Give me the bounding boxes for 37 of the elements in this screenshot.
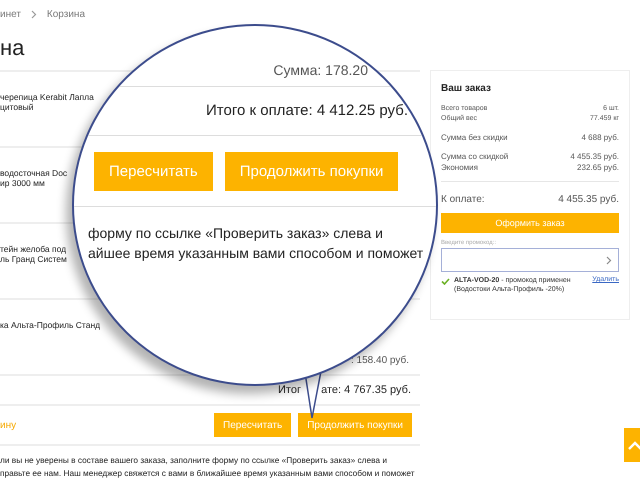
summary-value: 4 455.35 руб. <box>570 151 619 162</box>
info-text: правьте ее нам. Наш менеджер свяжется с вами в ближайшее время указанным вами способом и поможет <box>0 467 415 480</box>
breadcrumb-current: Корзина <box>46 8 86 20</box>
product-name: тейн желоба под <box>0 244 66 254</box>
magnified-button[interactable]: Пересчитать <box>94 152 213 191</box>
breadcrumb-link[interactable]: инет <box>0 8 21 20</box>
product-name: ка Альта-Профиль Станд <box>0 320 100 330</box>
summary-label: Экономия <box>441 162 478 173</box>
chevron-right-icon[interactable] <box>606 256 612 264</box>
magnified-sum: Сумма: 178.20 <box>74 62 436 87</box>
product-name: ир 3000 мм <box>0 178 45 188</box>
payable-value: 4 455.35 руб. <box>558 194 619 205</box>
checkout-button[interactable]: Оформить заказ <box>441 213 619 233</box>
item-sum: : 158.40 руб. <box>351 355 409 366</box>
product-name: водосточная Doc <box>0 168 68 178</box>
magnified-text: форму по ссылке «Проверить заказ» слева и <box>88 224 384 243</box>
summary-label: Сумма без скидки <box>441 132 508 143</box>
product-name: ль Гранд Систем <box>0 254 67 264</box>
payable-label: К оплате: <box>441 194 485 205</box>
card-title: Ваш заказ <box>441 83 492 94</box>
total-label: Итог <box>278 384 301 396</box>
magnified-button[interactable]: Продолжить покупки <box>224 152 398 191</box>
summary-label: Сумма со скидкой <box>441 151 508 162</box>
action-button[interactable]: Пересчитать <box>214 413 292 437</box>
page-title: на <box>0 34 26 62</box>
promo-field[interactable] <box>441 248 619 272</box>
magnified-text: айшее время указанным вами способом и поможет <box>88 244 424 263</box>
info-text: ли вы не уверены в составе вашего заказа, заполните форму по ссылке «Проверить заказ» слева и <box>0 454 387 467</box>
action-button[interactable]: Продолжить покупки <box>298 413 412 437</box>
summary-value: 232.65 руб. <box>577 162 619 173</box>
summary-value: 4 688 руб. <box>582 132 619 143</box>
chevron-right-icon <box>30 10 37 18</box>
chevron-up-icon <box>628 440 640 450</box>
product-name: черепица Kerabit Лапла <box>0 92 94 102</box>
product-name: цитовый <box>0 102 34 112</box>
total-amount: ате: 4 767.35 руб. <box>321 384 411 396</box>
clear-cart-link[interactable]: ину <box>0 420 16 430</box>
